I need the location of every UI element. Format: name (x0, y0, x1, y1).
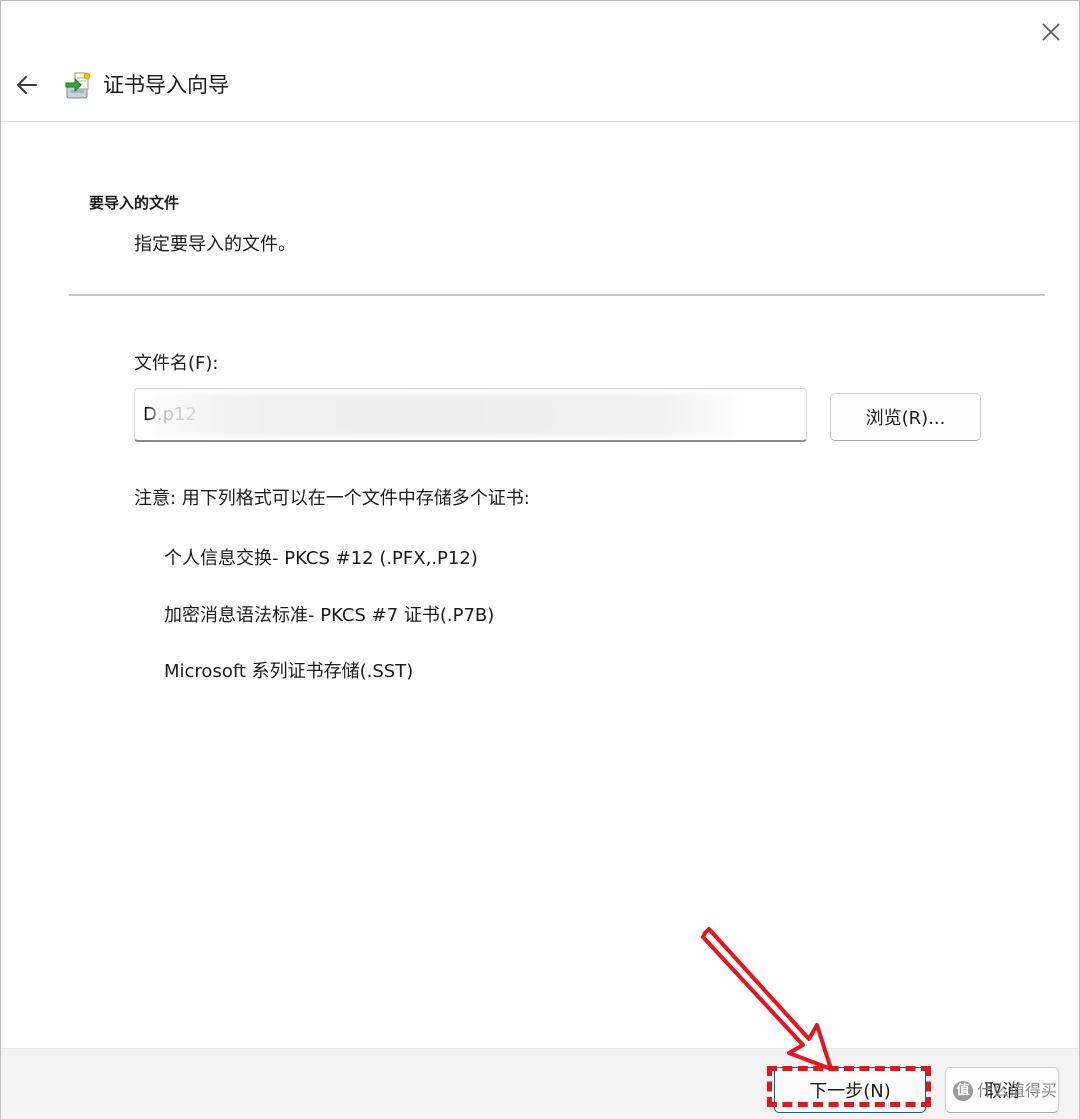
close-button[interactable] (1023, 9, 1079, 55)
back-arrow-icon (17, 76, 37, 94)
certificate-import-wizard-window: 证书导入向导 要导入的文件 指定要导入的文件。 文件名(F): 浏览(R)...… (0, 0, 1080, 1119)
content-divider (69, 294, 1045, 296)
formats-note: 注意: 用下列格式可以在一个文件中存储多个证书: (134, 488, 530, 509)
format-item-sst: Microsoft 系列证书存储(.SST) (164, 661, 414, 682)
wizard-footer: 下一步(N) 取消 (1, 1048, 1079, 1119)
header-divider (1, 121, 1079, 122)
certificate-wizard-icon (65, 72, 91, 99)
wizard-title: 证书导入向导 (103, 73, 229, 97)
section-title: 要导入的文件 (89, 194, 180, 212)
cancel-button[interactable]: 取消 (945, 1067, 1059, 1113)
browse-button[interactable]: 浏览(R)... (830, 393, 981, 441)
file-name-input[interactable] (134, 388, 807, 442)
close-icon (1042, 23, 1060, 41)
wizard-header: 证书导入向导 (1, 57, 1079, 121)
format-item-pkcs12: 个人信息交换- PKCS #12 (.PFX,.P12) (164, 548, 478, 569)
format-item-pkcs7: 加密消息语法标准- PKCS #7 证书(.P7B) (164, 605, 495, 626)
next-button[interactable]: 下一步(N) (774, 1067, 926, 1113)
back-button[interactable] (9, 67, 45, 103)
section-subtitle: 指定要导入的文件。 (134, 234, 296, 255)
file-name-label: 文件名(F): (134, 353, 219, 374)
